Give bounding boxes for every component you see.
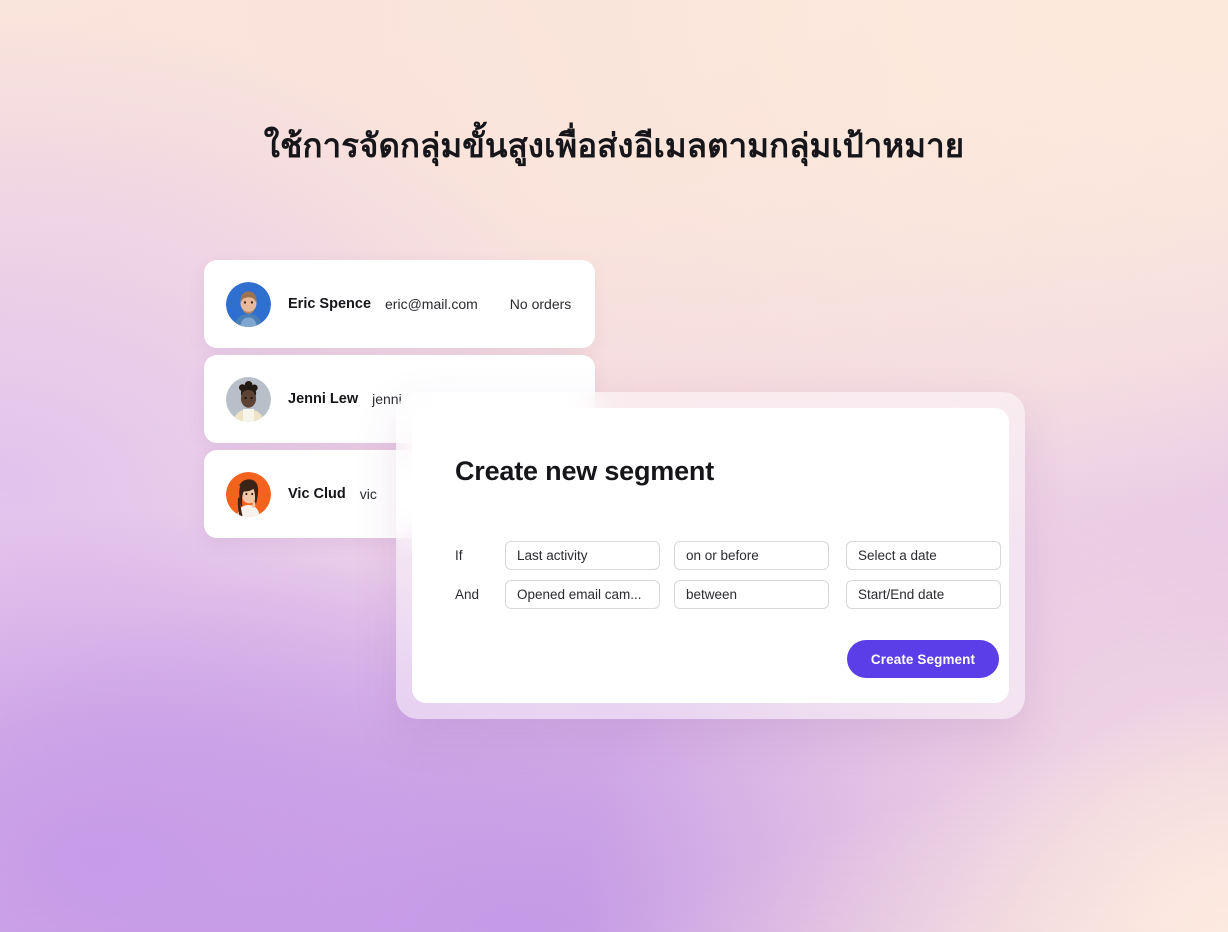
rule-conjunction-label: If [455, 548, 463, 563]
modal-title: Create new segment [455, 456, 714, 486]
avatar-vic-clud [226, 471, 271, 517]
create-segment-modal: Create new segment If Last activity on o… [412, 408, 1009, 703]
contact-card-eric-spence[interactable]: Eric Spence eric@mail.com No orders [204, 260, 595, 348]
page-headline: ใช้การจัดกลุ่มขั้นสูงเพื่อส่งอีเมลตามกลุ… [263, 127, 965, 164]
contact-orders-status: No orders [509, 296, 572, 312]
contact-email: vic [359, 486, 377, 502]
rule-attribute-select[interactable]: Last activity [505, 541, 660, 570]
create-segment-modal-frame: Create new segment If Last activity on o… [396, 392, 1025, 719]
contact-email: eric@mail.com [385, 296, 478, 312]
contact-name: Eric Spence [288, 296, 372, 312]
rule-attribute-select[interactable]: Opened email cam... [505, 580, 660, 609]
avatar-eric-spence [226, 281, 271, 327]
rule-value-input[interactable]: Start/End date [846, 580, 1001, 609]
avatar-jenni-lew [226, 376, 271, 422]
contact-name: Jenni Lew [288, 391, 359, 407]
rule-operator-select[interactable]: between [674, 580, 829, 609]
segment-rule-row: And Opened email cam... between Start/En… [455, 580, 1001, 609]
segment-rule-row: If Last activity on or before Select a d… [455, 541, 1001, 570]
create-segment-button[interactable]: Create Segment [847, 640, 999, 678]
rule-operator-select[interactable]: on or before [674, 541, 829, 570]
rule-conjunction-label: And [455, 587, 480, 602]
contact-name: Vic Clud [288, 486, 346, 502]
rule-value-input[interactable]: Select a date [846, 541, 1001, 570]
